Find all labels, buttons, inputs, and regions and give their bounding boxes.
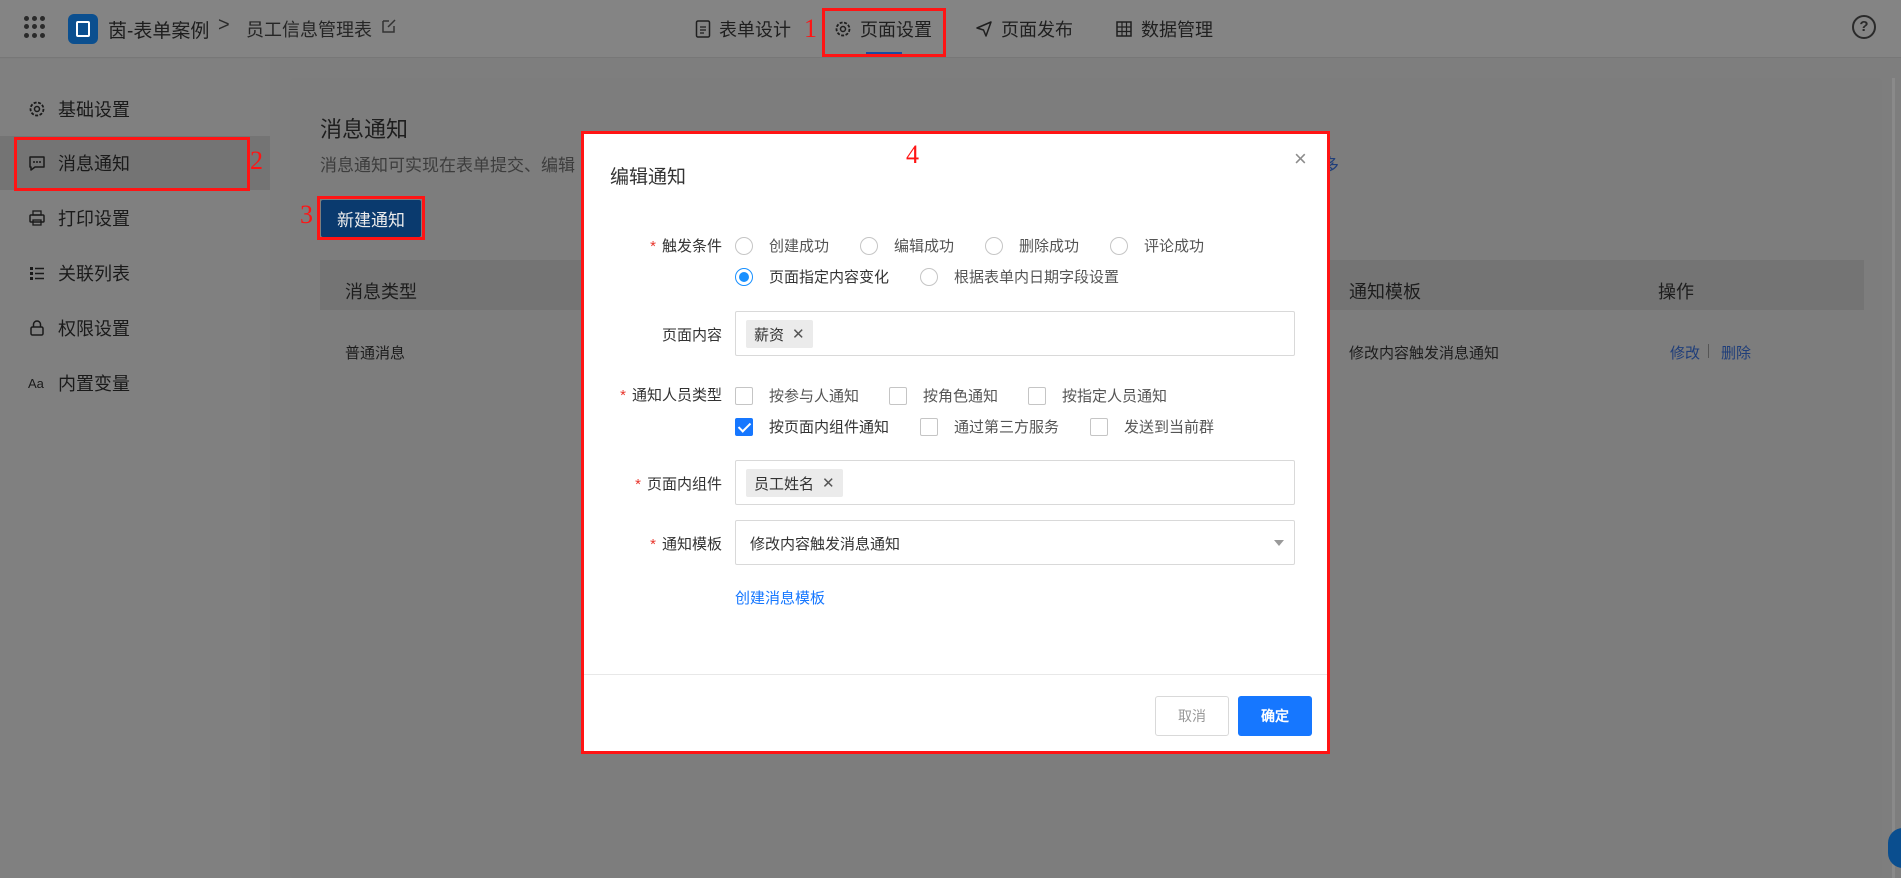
sidebar-item-label: 基础设置 <box>58 100 130 120</box>
cell-message-type: 普通消息 <box>345 345 406 362</box>
svg-text:Aa: Aa <box>28 376 45 391</box>
sidebar-item-label: 关联列表 <box>58 264 130 284</box>
sidebar-item-related-list[interactable]: 关联列表 <box>0 246 270 300</box>
column-header-template: 通知模板 <box>1349 282 1421 302</box>
cell-template: 修改内容触发消息通知 <box>1349 345 1500 362</box>
app-grid-icon[interactable] <box>24 16 46 38</box>
printer-icon <box>29 210 45 226</box>
annotation-box-3 <box>317 196 425 240</box>
text-icon: Aa <box>28 376 45 391</box>
send-icon <box>976 21 992 37</box>
sidebar-item-label: 打印设置 <box>58 209 130 229</box>
edit-row-link[interactable]: 修改 <box>1670 342 1700 363</box>
tab-label: 表单设计 <box>719 20 791 40</box>
breadcrumb-separator: > <box>218 14 230 36</box>
action-divider <box>1708 344 1709 358</box>
sidebar-item-label: 内置变量 <box>58 374 130 394</box>
annotation-number-3: 3 <box>300 200 313 229</box>
sidebar-item-permissions[interactable]: 权限设置 <box>0 301 270 355</box>
tab-label: 页面发布 <box>1001 20 1073 40</box>
app-name[interactable]: 茵-表单案例 <box>108 16 209 43</box>
annotation-box-4 <box>581 131 1330 754</box>
app-logo-icon <box>68 14 98 44</box>
tab-label: 数据管理 <box>1141 20 1213 40</box>
top-bar: 茵-表单案例 > 员工信息管理表 表单设计 页面设置 页面发布 数据管理 ? <box>0 0 1901 58</box>
annotation-number-1: 1 <box>804 14 817 43</box>
form-name[interactable]: 员工信息管理表 <box>246 16 372 42</box>
document-icon <box>695 20 711 38</box>
column-header-type: 消息类型 <box>345 282 417 302</box>
annotation-box-1 <box>822 8 946 57</box>
floating-help-button[interactable] <box>1888 828 1901 868</box>
delete-row-link[interactable]: 删除 <box>1721 342 1751 363</box>
lock-icon <box>30 320 44 336</box>
page-title: 消息通知 <box>320 117 409 142</box>
sidebar-item-builtin-vars[interactable]: Aa 内置变量 <box>0 356 270 410</box>
tab-data-management[interactable]: 数据管理 <box>1115 0 1213 58</box>
gear-icon <box>29 101 45 117</box>
annotation-number-2: 2 <box>250 146 263 175</box>
sidebar-item-basic-settings[interactable]: 基础设置 <box>0 82 270 136</box>
edit-icon[interactable] <box>380 17 398 35</box>
help-icon[interactable]: ? <box>1852 15 1876 39</box>
page-description: 消息通知可实现在表单提交、编辑 <box>320 156 575 175</box>
annotation-number-4: 4 <box>906 140 919 169</box>
sidebar-item-print-settings[interactable]: 打印设置 <box>0 191 270 245</box>
table-icon <box>1116 21 1132 37</box>
list-icon <box>30 267 44 280</box>
tab-form-design[interactable]: 表单设计 <box>695 0 791 58</box>
sidebar-item-label: 权限设置 <box>58 319 130 339</box>
scrollbar[interactable] <box>1892 78 1895 878</box>
tab-page-publish[interactable]: 页面发布 <box>975 0 1073 58</box>
column-header-actions: 操作 <box>1658 282 1694 302</box>
annotation-box-2 <box>14 137 250 191</box>
